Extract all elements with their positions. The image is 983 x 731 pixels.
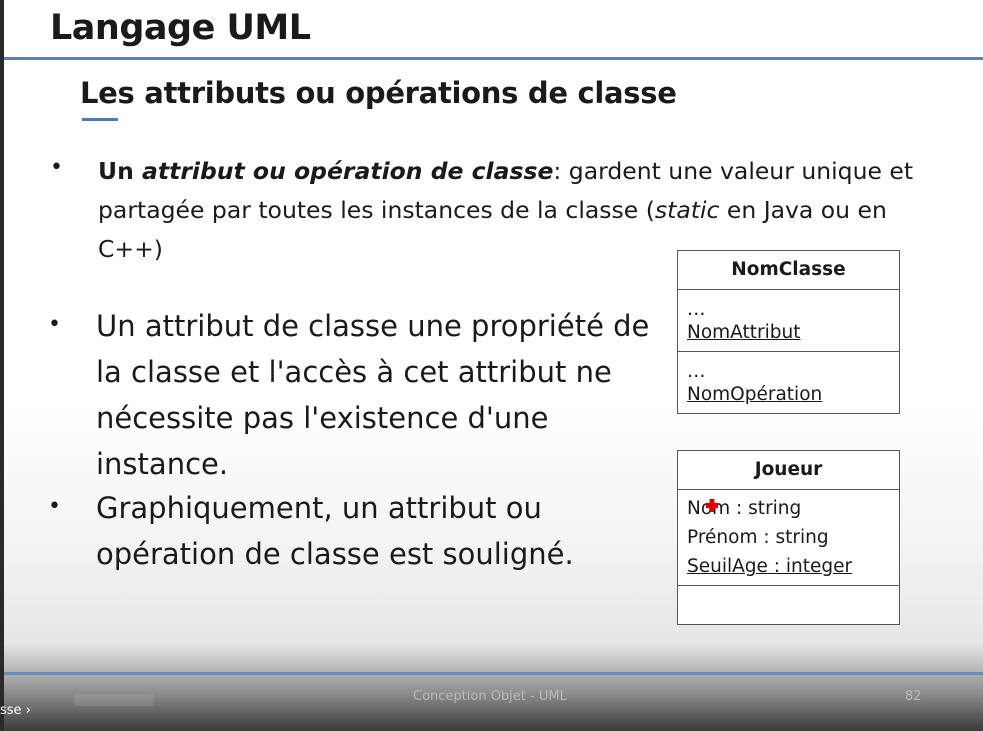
footer-divider [4,672,983,675]
bullet-2-text: Un attribut de classe une propriété de l… [96,309,650,481]
uml-attributes-compartment: … NomAttribut [678,290,899,352]
bullet-glyph: • [48,312,61,337]
section-title: Les attributs ou opérations de classe [80,76,677,110]
uml-class-name: Joueur [678,451,899,490]
bullet-1-bold: Un [98,157,142,185]
bullet-glyph: • [50,155,63,180]
bullet-3-text: Graphiquement, un attribut ou opération … [96,491,574,571]
section-accent-line [82,118,118,121]
slide: Langage UML Les attributs ou opérations … [4,0,983,731]
uml-static-attribute: NomAttribut [687,322,801,343]
slide-title: Langage UML [50,8,311,48]
title-divider [4,57,983,60]
uml-class-joueur: Joueur Nom : string Prénom : string Seui… [677,450,900,625]
uml-ellipsis: … [687,361,706,382]
uml-attribute: Nom : string [687,498,802,519]
uml-static-attribute: SeuilAge : integer [687,556,853,577]
footer-page-number: 82 [905,689,922,704]
bullet-1-term: attribut ou opération de classe [142,157,554,185]
uml-attribute: Prénom : string [687,527,829,548]
bullet-glyph: • [48,494,61,519]
uml-static-operation: NomOpération [687,384,823,405]
video-chapter-button[interactable]: sse › [0,703,31,718]
footer-course-title: Conception Objet - UML [413,689,567,704]
uml-operations-compartment [678,586,899,624]
uml-class-name: NomClasse [678,251,899,290]
footer-logo [74,694,154,706]
uml-ellipsis: … [687,299,706,320]
uml-operations-compartment: … NomOpération [678,352,899,413]
uml-class-nomclasse: NomClasse … NomAttribut … NomOpération [677,250,900,414]
bullet-1-static: static [654,196,720,224]
